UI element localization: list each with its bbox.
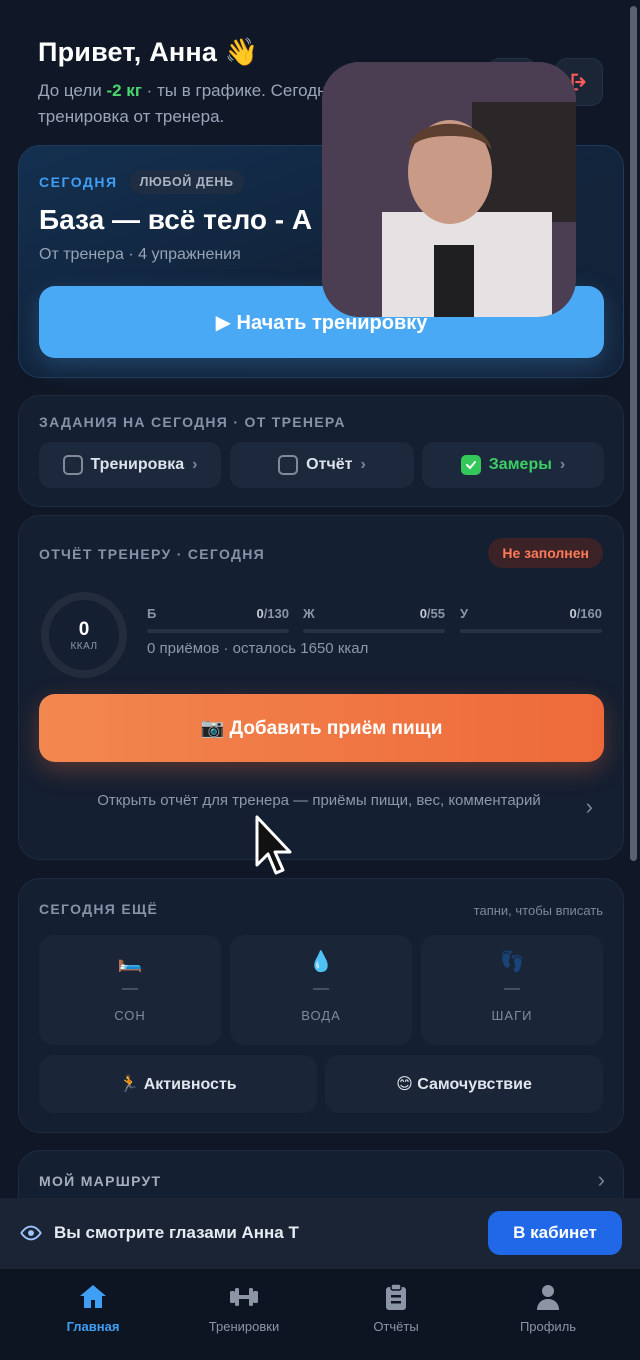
app-screen: Привет, Анна 👋 До цели -2 кг · ты в граф… — [0, 0, 640, 1360]
status-badge: Не заполнен — [488, 538, 603, 568]
workout-title: База — всё тело - А — [39, 204, 313, 235]
mouse-cursor-icon — [255, 815, 292, 875]
chevron-right-icon[interactable]: › — [586, 794, 593, 820]
open-report-link[interactable]: Открыть отчёт для тренера — приёмы пищи,… — [89, 790, 549, 812]
add-meal-button[interactable]: 📷 Добавить приём пищи — [39, 694, 604, 762]
report-title: ОТЧЁТ ТРЕНЕРУ · СЕГОДНЯ — [39, 546, 266, 562]
task-report[interactable]: Отчёт › — [230, 442, 414, 488]
tasks-card: ЗАДАНИЯ НА СЕГОДНЯ · ОТ ТРЕНЕРА Трениров… — [18, 395, 624, 507]
steps-tile[interactable]: 👣 — ШАГИ — [421, 935, 603, 1045]
kcal-value: 0 — [78, 618, 90, 640]
dumbbell-icon — [230, 1288, 258, 1306]
clipboard-icon — [386, 1283, 406, 1310]
water-tile[interactable]: 💧 — ВОДА — [230, 935, 412, 1045]
bottom-tab-bar: Главная Тренировки Отчёты Профиль — [0, 1268, 640, 1360]
eye-icon — [20, 1225, 42, 1241]
scrollbar[interactable] — [630, 6, 637, 861]
tab-home[interactable]: Главная — [33, 1283, 153, 1334]
droplet-icon: 💧 — [308, 951, 334, 973]
chevron-right-icon: › — [192, 456, 198, 473]
tab-reports[interactable]: Отчёты — [336, 1283, 456, 1334]
chevron-right-icon: › — [597, 1167, 605, 1192]
macro-protein: Б 0/130 — [147, 606, 289, 633]
video-overlay[interactable] — [322, 62, 576, 317]
macro-progress-bar — [460, 629, 602, 633]
presenter-video — [322, 62, 576, 317]
workout-meta: От тренера · 4 упражнения — [39, 246, 241, 263]
chevron-right-icon: › — [559, 456, 566, 473]
view-as-banner: Вы смотрите глазами Анна Т В кабинет — [0, 1198, 640, 1268]
task-workout[interactable]: Тренировка › — [39, 442, 221, 488]
tab-workouts[interactable]: Тренировки — [184, 1283, 304, 1334]
goal-subtitle: До цели -2 кг · ты в графике. Сегодня тр… — [38, 81, 336, 126]
tasks-title: ЗАДАНИЯ НА СЕГОДНЯ · ОТ ТРЕНЕРА — [39, 414, 346, 430]
extras-title: СЕГОДНЯ ЕЩЁ — [39, 901, 159, 917]
sleep-tile[interactable]: 🛏️ — СОН — [39, 935, 221, 1045]
checkbox-icon[interactable] — [278, 455, 299, 475]
today-label: СЕГОДНЯ — [39, 174, 118, 190]
cabinet-button[interactable]: В кабинет — [488, 1211, 622, 1255]
tab-profile[interactable]: Профиль — [488, 1283, 608, 1334]
wellbeing-button[interactable]: 😊 Самочувствие — [325, 1055, 603, 1113]
route-title: МОЙ МАРШРУТ — [39, 1173, 162, 1189]
meals-summary: 0 приёмов · осталось 1650 ккал — [147, 640, 369, 657]
task-measurements[interactable]: Замеры › — [422, 442, 604, 488]
home-icon — [80, 1285, 106, 1308]
person-icon — [537, 1285, 559, 1310]
checkbox-icon[interactable] — [62, 455, 83, 475]
bed-icon: 🛏️ — [117, 951, 143, 973]
activity-button[interactable]: 🏃 Активность — [39, 1055, 317, 1113]
goal-delta: -2 кг — [106, 81, 142, 100]
coach-report-card: ОТЧЁТ ТРЕНЕРУ · СЕГОДНЯ Не заполнен 0 КК… — [18, 515, 624, 860]
kcal-ring: 0 ККАЛ — [41, 592, 127, 678]
any-day-chip: ЛЮБОЙ ДЕНЬ — [129, 170, 244, 194]
extras-hint: тапни, чтобы вписать — [473, 903, 603, 918]
kcal-unit: ККАЛ — [70, 640, 98, 652]
checkbox-checked-icon[interactable] — [460, 455, 481, 475]
today-extras-card: СЕГОДНЯ ЕЩЁ тапни, чтобы вписать 🛏️ — СО… — [18, 878, 624, 1133]
chevron-right-icon: › — [360, 456, 366, 473]
macro-progress-bar — [303, 629, 445, 633]
macro-carbs: У 0/160 — [460, 606, 602, 633]
macro-progress-bar — [147, 629, 289, 633]
macro-fat: Ж 0/55 — [303, 606, 445, 633]
footprints-icon: 👣 — [499, 951, 525, 973]
banner-text: Вы смотрите глазами Анна Т — [54, 1223, 299, 1242]
